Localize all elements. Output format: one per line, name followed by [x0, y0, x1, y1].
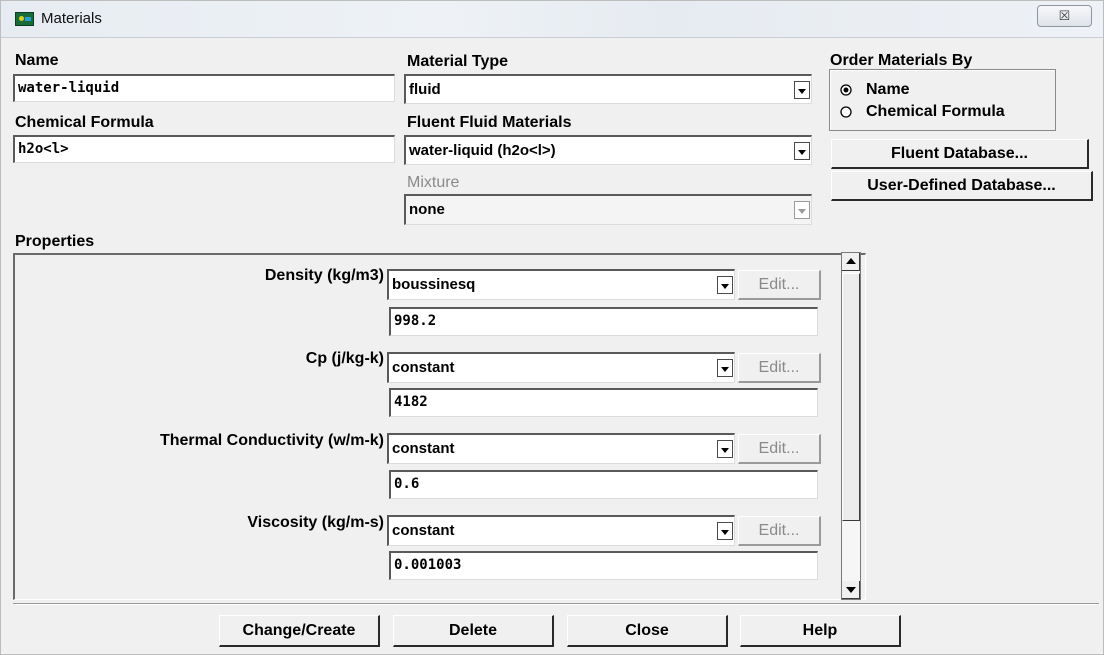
- help-button[interactable]: Help: [740, 615, 901, 647]
- chemical-formula-field[interactable]: h2o<l>: [13, 135, 395, 163]
- chemical-formula-label: Chemical Formula: [15, 114, 154, 131]
- order-materials-by-group: Name Chemical Formula: [829, 69, 1056, 131]
- change-create-button[interactable]: Change/Create: [219, 615, 380, 647]
- viscosity-method-dropdown[interactable]: constant: [387, 515, 735, 546]
- close-button[interactable]: Close: [567, 615, 728, 647]
- order-materials-by-label: Order Materials By: [830, 52, 973, 69]
- mixture-value: none: [409, 201, 445, 218]
- window-title: Materials: [41, 10, 102, 27]
- chevron-down-icon[interactable]: [794, 142, 810, 160]
- density-method-dropdown[interactable]: boussinesq: [387, 269, 735, 300]
- properties-panel: [13, 253, 866, 600]
- chevron-down-icon[interactable]: [794, 81, 810, 99]
- thermal-conductivity-value-field[interactable]: 0.6: [389, 470, 818, 499]
- radio-unselected-icon: [840, 106, 852, 118]
- fluent-fluid-materials-dropdown[interactable]: water-liquid (h2o<l>): [404, 135, 812, 165]
- cp-method-dropdown[interactable]: constant: [387, 352, 735, 383]
- arrow-down-icon: [846, 587, 856, 593]
- viscosity-label: Viscosity (kg/m-s): [247, 514, 384, 531]
- density-method-value: boussinesq: [392, 276, 476, 293]
- scroll-thumb[interactable]: [842, 273, 860, 521]
- close-icon[interactable]: ☒: [1037, 5, 1092, 27]
- fluent-database-button[interactable]: Fluent Database...: [831, 139, 1089, 169]
- fluent-app-icon: [15, 12, 34, 26]
- thermal-conductivity-method-dropdown[interactable]: constant: [387, 433, 735, 464]
- density-label-wrap: Density (kg/m3): [13, 267, 384, 291]
- scroll-down-button[interactable]: [842, 581, 860, 599]
- chevron-down-icon[interactable]: [717, 522, 733, 540]
- dialog-client-area: Name water-liquid Chemical Formula h2o<l…: [13, 41, 1099, 647]
- properties-scrollbar[interactable]: [841, 252, 861, 600]
- divider: [13, 603, 1099, 605]
- material-type-value: fluid: [409, 81, 441, 98]
- thermal-conductivity-label-wrap: Thermal Conductivity (w/m-k): [13, 432, 384, 456]
- cp-label: Cp (j/kg-k): [305, 350, 384, 367]
- thermal-conductivity-method-value: constant: [392, 440, 455, 457]
- properties-label: Properties: [15, 233, 95, 250]
- title-bar[interactable]: Materials ☒: [1, 1, 1103, 38]
- material-type-label: Material Type: [407, 53, 509, 70]
- viscosity-edit-button: Edit...: [738, 516, 821, 546]
- fluent-fluid-materials-label: Fluent Fluid Materials: [407, 114, 572, 131]
- chevron-down-icon: [794, 201, 810, 219]
- density-value-field[interactable]: 998.2: [389, 307, 818, 336]
- radio-selected-icon: [840, 84, 852, 96]
- fluent-fluid-materials-value: water-liquid (h2o<l>): [409, 142, 556, 159]
- cp-edit-button: Edit...: [738, 353, 821, 383]
- chevron-down-icon[interactable]: [717, 440, 733, 458]
- cp-value-field[interactable]: 4182: [389, 388, 818, 417]
- density-edit-button: Edit...: [738, 270, 821, 300]
- chevron-down-icon[interactable]: [717, 359, 733, 377]
- material-type-dropdown[interactable]: fluid: [404, 74, 812, 104]
- name-field[interactable]: water-liquid: [13, 74, 395, 102]
- viscosity-method-value: constant: [392, 522, 455, 539]
- cp-method-value: constant: [392, 359, 455, 376]
- density-label: Density (kg/m3): [264, 267, 384, 284]
- mixture-dropdown: none: [404, 194, 812, 225]
- mixture-label: Mixture: [407, 174, 460, 191]
- scroll-up-button[interactable]: [842, 253, 860, 271]
- radio-label-chemical-formula: Chemical Formula: [866, 103, 1005, 120]
- viscosity-label-wrap: Viscosity (kg/m-s): [13, 514, 384, 538]
- radio-label-name: Name: [866, 81, 910, 98]
- materials-window: Materials ☒ Name water-liquid Chemical F…: [0, 0, 1104, 655]
- user-defined-database-button[interactable]: User-Defined Database...: [831, 171, 1093, 201]
- thermal-conductivity-edit-button: Edit...: [738, 434, 821, 464]
- name-label: Name: [15, 52, 59, 69]
- delete-button[interactable]: Delete: [393, 615, 554, 647]
- chevron-down-icon[interactable]: [717, 276, 733, 294]
- arrow-up-icon: [846, 258, 856, 264]
- viscosity-value-field[interactable]: 0.001003: [389, 551, 818, 580]
- cp-label-wrap: Cp (j/kg-k): [13, 350, 384, 374]
- thermal-conductivity-label: Thermal Conductivity (w/m-k): [159, 432, 384, 449]
